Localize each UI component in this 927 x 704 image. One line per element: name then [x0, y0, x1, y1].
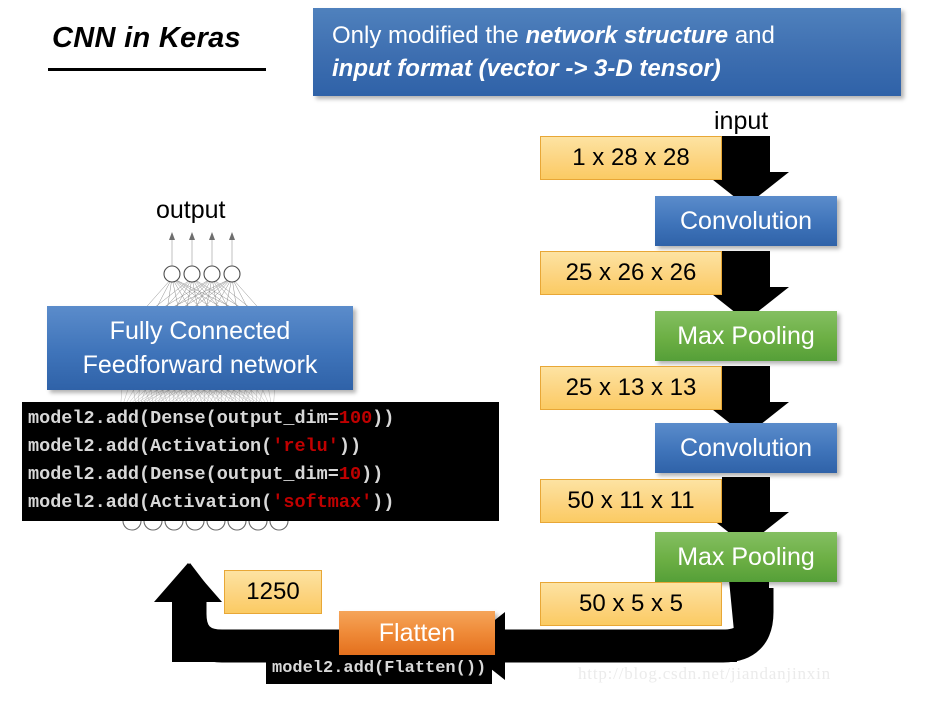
fc-line-2: Feedforward network — [82, 351, 318, 379]
flatten-output-label: 1250 — [246, 578, 300, 605]
layer-maxpooling-1[interactable]: Max Pooling — [655, 311, 837, 361]
banner-line1-prefix: Only modified the — [332, 22, 526, 49]
fc-line-1: Fully Connected — [109, 317, 291, 345]
input-label: input — [714, 107, 769, 135]
layer-maxpooling-2-label: Max Pooling — [677, 542, 815, 571]
tensor-box-4-label: 50 x 11 x 11 — [567, 487, 695, 514]
tensor-box-2-label: 25 x 26 x 26 — [565, 259, 697, 286]
code-line-1-value: 'relu' — [272, 436, 339, 457]
code-line-2-pre: model2.add(Dense(output_dim= — [28, 464, 339, 485]
layer-convolution-1[interactable]: Convolution — [655, 196, 837, 246]
flatten-output-box: 1250 — [224, 570, 322, 614]
code-line-1-pre: model2.add(Activation( — [28, 436, 273, 457]
code-line-3-value: 'softmax' — [272, 492, 373, 513]
tensor-box-2: 25 x 26 x 26 — [540, 251, 722, 295]
banner-line1-suffix: and — [728, 22, 775, 49]
tensor-box-1: 1 x 28 x 28 — [540, 136, 722, 180]
banner-line-2: input format (vector -> 3-D tensor) — [332, 55, 721, 82]
code-line-1-post: )) — [338, 436, 362, 457]
code-line: model2.add(Activation('softmax')) — [28, 489, 493, 517]
flatten-code-block: model2.add(Flatten()) — [266, 655, 493, 684]
code-line-3-post: )) — [372, 492, 395, 513]
code-line-3-pre: model2.add(Activation( — [28, 492, 273, 513]
code-line-0-value: 100 — [338, 408, 373, 429]
tensor-box-3: 25 x 13 x 13 — [540, 366, 722, 410]
layer-maxpooling-2[interactable]: Max Pooling — [655, 532, 837, 582]
code-line-0-post: )) — [372, 408, 395, 429]
layer-convolution-2-label: Convolution — [679, 433, 813, 462]
tensor-box-1-label: 1 x 28 x 28 — [572, 144, 690, 171]
tensor-box-4: 50 x 11 x 11 — [540, 479, 722, 523]
fully-connected-box: Fully Connected Feedforward network — [47, 306, 353, 390]
output-label: output — [156, 196, 226, 224]
banner-line-1: Only modified the network structure and — [332, 19, 885, 52]
code-line: model2.add(Activation('relu')) — [28, 433, 493, 461]
layer-convolution-1-label: Convolution — [679, 206, 813, 235]
code-line: model2.add(Dense(output_dim=100)) — [28, 405, 493, 433]
layer-flatten-label: Flatten — [378, 618, 456, 647]
code-line-2-post: )) — [361, 464, 384, 485]
arrowhead-network — [164, 563, 216, 597]
code-line: model2.add(Dense(output_dim=10)) — [28, 461, 493, 489]
code-line-0-pre: model2.add(Dense(output_dim= — [28, 408, 339, 429]
layer-convolution-2[interactable]: Convolution — [655, 423, 837, 473]
tensor-box-5: 50 x 5 x 5 — [540, 582, 722, 626]
title-underline — [48, 68, 266, 71]
code-line-2-value: 10 — [338, 464, 362, 485]
layer-flatten[interactable]: Flatten — [339, 611, 495, 655]
tensor-box-3-label: 25 x 13 x 13 — [565, 374, 697, 401]
keras-code-block: model2.add(Dense(output_dim=100)) model2.… — [22, 402, 499, 521]
slide-canvas: CNN in Keras Only modified the network s… — [0, 0, 927, 704]
page-title: CNN in Keras — [52, 22, 241, 54]
tensor-box-5-label: 50 x 5 x 5 — [578, 590, 684, 617]
banner-line1-bold: network structure — [525, 22, 729, 49]
banner-callout: Only modified the network structure and … — [313, 8, 901, 96]
watermark: http://blog.csdn.net/jiandanjinxin — [578, 664, 831, 683]
layer-maxpooling-1-label: Max Pooling — [677, 321, 815, 350]
